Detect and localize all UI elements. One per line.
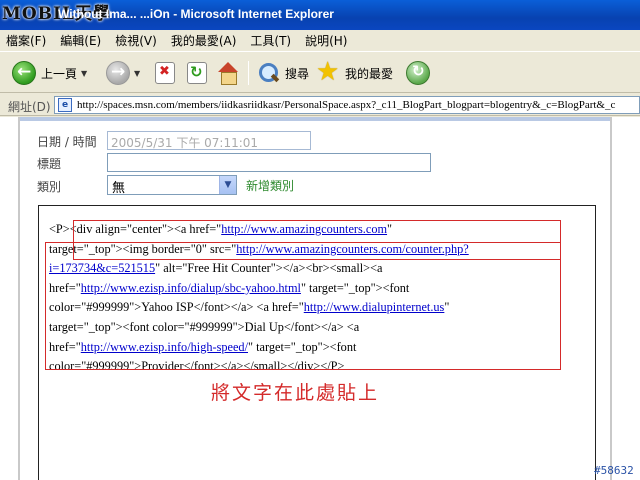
category-select[interactable]: 無 ▼ [107,175,237,196]
code-text: color="#999999">Provider</font></a></sma… [49,359,345,374]
code-line: href="http://www.ezisp.info/dialup/sbc-y… [49,279,579,299]
forward-arrow-icon [106,61,130,85]
media-button[interactable] [406,59,430,87]
forward-button[interactable]: ▼ [106,59,140,87]
chevron-down-icon[interactable]: ▼ [219,176,236,194]
editor-code: <P><div align="center"><a href="http://w… [49,220,579,377]
code-link[interactable]: http://www.dialupinternet.us [304,300,445,314]
code-line: color="#999999">Yahoo ISP</font></a> <a … [49,298,579,318]
star-icon [316,57,340,87]
paste-note: 將文字在此處貼上 [211,382,380,404]
search-button[interactable]: 搜尋 [256,59,309,87]
back-button-label: 上一頁 [41,66,78,81]
code-text: " [387,222,393,236]
home-button[interactable] [216,59,240,87]
code-line: i=173734&c=521515" alt="Free Hit Counter… [49,259,579,279]
toolbar-separator [248,61,249,85]
tag-label: 標題 [37,157,62,171]
favorites-button[interactable]: 我的最愛 [316,57,394,87]
top-rule [18,117,612,121]
date-label: 日期 / 時間 [37,135,97,149]
address-url: http://spaces.msn.com/members/iidkasriid… [77,99,616,111]
code-link[interactable]: http://www.amazingcounters.com/counter.p… [236,242,468,256]
stop-icon [155,62,175,84]
code-text: href=" [49,280,81,295]
refresh-button[interactable] [187,59,207,87]
code-text: " alt="Free Hit Counter"></a><br><small>… [155,261,383,276]
page-icon: e [58,98,72,112]
left-border [18,117,20,480]
menu-bar: 檔案(F) 編輯(E) 檢視(V) 我的最愛(A) 工具(T) 說明(H) [0,30,640,52]
html-editor[interactable]: <P><div align="center"><a href="http://w… [38,205,596,480]
code-text: href=" [49,339,81,354]
code-line: color="#999999">Provider</font></a></sma… [49,357,579,377]
code-link[interactable]: http://www.ezisp.info/dialup/sbc-yahoo.h… [81,281,301,295]
search-button-label: 搜尋 [285,66,310,81]
code-text: target="_top"><font color="#999999">Dial… [49,319,360,334]
menu-edit[interactable]: 編輯(E) [60,32,101,49]
code-text: " target="_top"><font [248,339,357,354]
code-link[interactable]: i=173734&c=521515 [49,261,155,275]
menu-help[interactable]: 說明(H) [305,32,347,49]
menu-view[interactable]: 檢視(V) [115,32,157,49]
code-line: href="http://www.ezisp.info/high-speed/"… [49,338,579,358]
home-icon [216,61,240,85]
tag-input[interactable] [107,153,431,172]
menu-tools[interactable]: 工具(T) [250,32,291,49]
page-content: 日期 / 時間 2005/5/31 下午 07:11:01 標題 類別 無 ▼ … [0,117,640,480]
code-link[interactable]: http://www.amazingcounters.com [221,222,387,236]
toolbar: 上一頁 ▼ ▼ 搜尋 我的最愛 [0,53,640,93]
code-link[interactable]: http://www.ezisp.info/high-speed/ [81,340,248,354]
stop-button[interactable] [155,59,175,87]
code-line: target="_top"><font color="#999999">Dial… [49,318,579,338]
category-label: 類別 [37,180,62,194]
search-icon [256,61,280,85]
code-text: " [444,300,450,315]
code-line: target="_top"><img border="0" src="http:… [49,240,579,260]
code-text: color="#999999">Yahoo ISP</font></a> <a … [49,300,304,315]
code-text: target="_top"><img border="0" src=" [49,241,237,256]
watermark: #58632 [594,464,634,477]
history-icon [406,61,430,85]
window-title: Without Ima... ...iOn - Microsoft Intern… [58,7,334,21]
right-border [610,117,612,480]
code-line: <P><div align="center"><a href="http://w… [49,220,579,240]
title-bar: MOBIL天學 Without Ima... ...iOn - Microsof… [0,0,640,30]
back-button[interactable]: 上一頁 ▼ [12,59,87,87]
favorites-button-label: 我的最愛 [345,66,394,81]
menu-favorites[interactable]: 我的最愛(A) [171,32,237,49]
date-field[interactable]: 2005/5/31 下午 07:11:01 [107,131,311,150]
address-input[interactable]: e http://spaces.msn.com/members/iidkasri… [54,96,640,114]
code-text: <P><div align="center"><a href=" [49,222,222,236]
address-label: 網址(D) [8,100,51,114]
back-arrow-icon [12,61,36,85]
new-category-link[interactable]: 新增類別 [246,177,294,194]
refresh-icon [187,62,207,84]
chevron-down-icon[interactable]: ▼ [81,69,87,78]
menu-file[interactable]: 檔案(F) [6,32,46,49]
address-bar: 網址(D) e http://spaces.msn.com/members/ii… [0,94,640,116]
chevron-down-icon[interactable]: ▼ [134,69,140,78]
category-value: 無 [112,181,126,196]
code-text: " target="_top"><font [300,280,410,295]
